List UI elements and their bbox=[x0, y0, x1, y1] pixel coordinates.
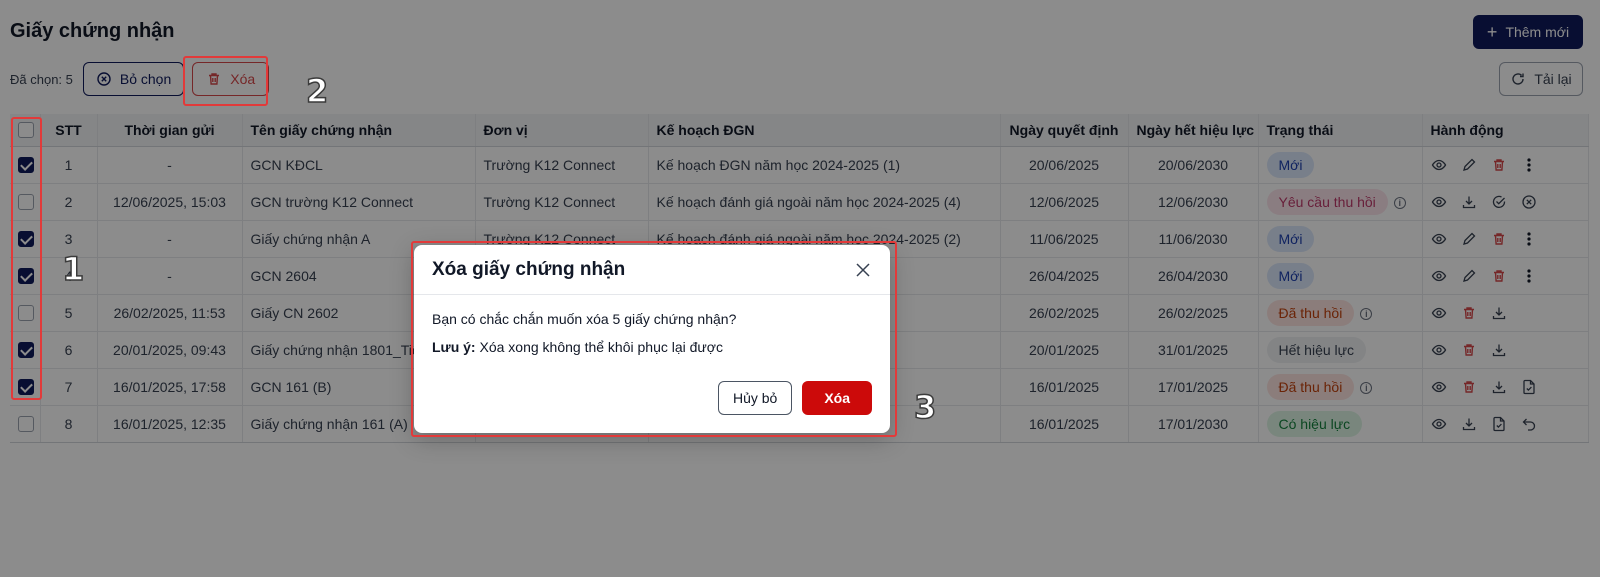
dialog-body: Bạn có chắc chắn muốn xóa 5 giấy chứng n… bbox=[414, 295, 890, 355]
delete-dialog: Xóa giấy chứng nhận Bạn có chắc chắn muố… bbox=[414, 245, 890, 433]
dialog-note-label: Lưu ý: bbox=[432, 339, 476, 355]
dialog-note: Lưu ý: Xóa xong không thể khôi phục lại … bbox=[432, 339, 872, 355]
dialog-footer: Hủy bỏ Xóa bbox=[717, 381, 872, 415]
annotation-marker-2: 2 bbox=[305, 71, 329, 111]
dialog-title: Xóa giấy chứng nhận bbox=[432, 258, 626, 280]
dialog-note-text: Xóa xong không thể khôi phục lại được bbox=[479, 339, 723, 355]
cancel-button[interactable]: Hủy bỏ bbox=[717, 381, 793, 415]
dialog-question: Bạn có chắc chắn muốn xóa 5 giấy chứng n… bbox=[432, 311, 737, 327]
annotation-marker-3: 3 bbox=[913, 387, 937, 427]
annotation-marker-1: 1 bbox=[61, 249, 85, 289]
dialog-header: Xóa giấy chứng nhận bbox=[414, 245, 890, 295]
confirm-delete-button[interactable]: Xóa bbox=[802, 381, 872, 415]
close-icon[interactable] bbox=[854, 261, 872, 279]
certificates-page: Giấy chứng nhận + Thêm mới Đã chọn: 5 Bỏ… bbox=[0, 0, 1600, 577]
